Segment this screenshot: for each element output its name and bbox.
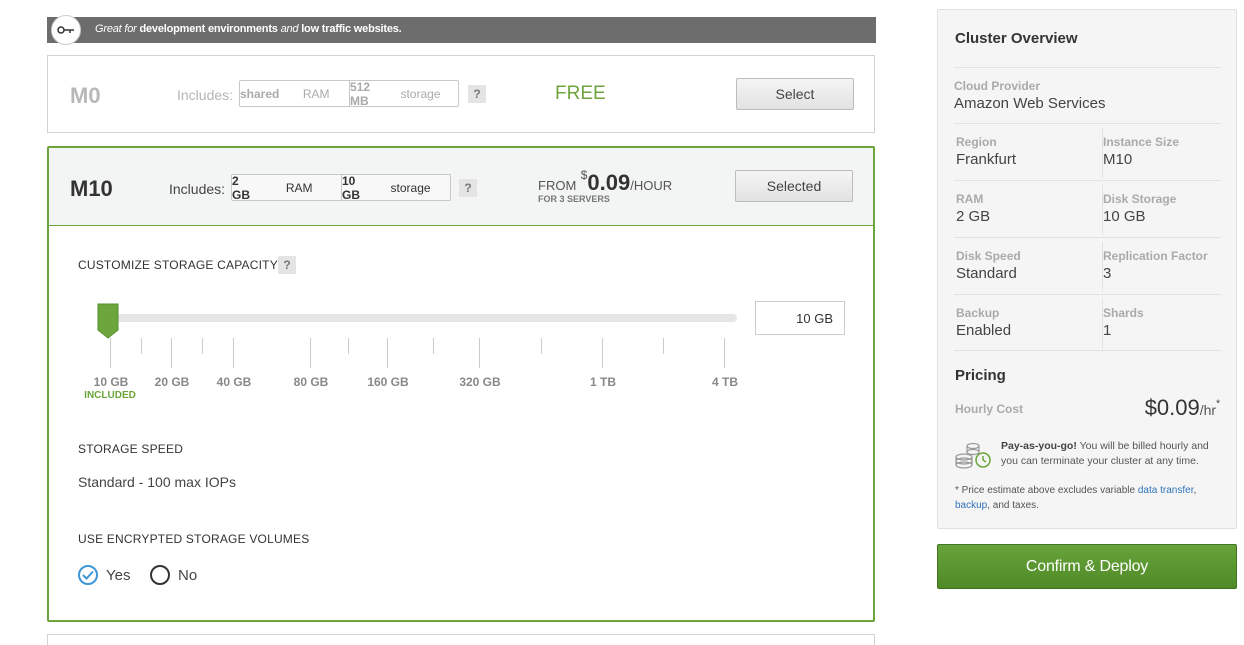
m0-includes-box: shared RAM 512 MB storage xyxy=(239,80,459,108)
slider-tick-major xyxy=(479,338,480,368)
slider-tick-minor xyxy=(348,338,349,354)
m0-help-icon[interactable]: ? xyxy=(468,85,486,103)
disk-speed-value: Standard xyxy=(956,265,1017,282)
payg-text: Pay-as-you-go! You will be billed hourly… xyxy=(1001,440,1209,467)
slider-tick-label[interactable]: 320 GB xyxy=(459,375,500,389)
m10-help-icon[interactable]: ? xyxy=(459,179,477,197)
tier-m10-name: M10 xyxy=(70,176,113,201)
disk-speed-label: Disk Speed xyxy=(956,249,1021,263)
m0-storage: 512 MB storage xyxy=(349,80,458,108)
overview-row-ram: RAM 2 GB Disk Storage 10 GB xyxy=(954,180,1221,237)
disk-storage-label: Disk Storage xyxy=(1103,192,1177,206)
storage-slider-track[interactable] xyxy=(101,314,737,322)
slider-tick-label[interactable]: 80 GB xyxy=(294,375,329,389)
overview-row-region: Region Frankfurt Instance Size M10 xyxy=(954,123,1221,180)
cluster-overview-title: Cluster Overview xyxy=(955,30,1078,47)
radio-checked-icon xyxy=(78,565,98,585)
slider-tick-major xyxy=(171,338,172,368)
m10-ram: 2 GB RAM xyxy=(232,173,313,202)
hourly-cost-value: $0.09/hr* xyxy=(1144,395,1220,420)
cloud-provider-value: Amazon Web Services xyxy=(954,95,1106,112)
tier-m10-card[interactable]: M10 Includes: 2 GB RAM 10 GB storage ? FRO… xyxy=(47,146,875,622)
slider-tick-label[interactable]: 20 GB xyxy=(155,375,190,389)
storage-slider-handle[interactable] xyxy=(97,303,119,339)
tier-m0-name: M0 xyxy=(70,83,101,108)
slider-tick-major xyxy=(233,338,234,368)
m10-price: FROM $0.09/HOUR xyxy=(538,168,673,195)
slider-tick-major xyxy=(602,338,603,368)
instance-size-value: M10 xyxy=(1103,151,1133,168)
cluster-overview-panel: Cluster Overview Cloud Provider Amazon W… xyxy=(937,9,1237,529)
region-label: Region xyxy=(956,135,997,149)
encryption-no-radio[interactable]: No xyxy=(150,565,197,585)
overview-row-speed: Disk Speed Standard Replication Factor 3 xyxy=(954,237,1221,294)
slider-tick-label[interactable]: 40 GB xyxy=(217,375,252,389)
tier-m10-header[interactable]: M10 Includes: 2 GB RAM 10 GB storage ? FRO… xyxy=(49,148,873,226)
disk-storage-value: 10 GB xyxy=(1103,208,1146,225)
ram-value: 2 GB xyxy=(956,208,991,225)
m10-selected-button[interactable]: Selected xyxy=(735,170,853,202)
slider-tick-label[interactable]: 4 TB xyxy=(712,375,738,389)
pricing-title: Pricing xyxy=(955,367,1006,384)
encryption-no-label: No xyxy=(178,566,198,584)
data-transfer-link[interactable]: data transfer xyxy=(1138,485,1194,496)
radio-unchecked-icon xyxy=(150,565,170,585)
storage-capacity-title: CUSTOMIZE STORAGE CAPACITY xyxy=(78,258,278,272)
slider-tick-minor xyxy=(541,338,542,354)
wrench-icon xyxy=(51,15,81,45)
slider-tick-minor xyxy=(141,338,142,354)
m10-includes-box: 2 GB RAM 10 GB storage xyxy=(231,173,451,202)
overview-row-backup: Backup Enabled Shards 1 xyxy=(954,294,1221,351)
confirm-deploy-button[interactable]: Confirm & Deploy xyxy=(937,544,1237,589)
tier-m0-card[interactable]: M0 Includes: shared RAM 512 MB storage ? F… xyxy=(47,55,875,133)
tier-next-card[interactable] xyxy=(47,634,875,645)
slider-tick-minor xyxy=(202,338,203,354)
tier-description-banner: Great for development environments and l… xyxy=(47,15,876,45)
storage-speed-value: Standard - 100 max IOPs xyxy=(78,474,236,490)
replication-factor-label: Replication Factor xyxy=(1103,249,1208,263)
encryption-yes-radio[interactable]: Yes xyxy=(78,565,130,585)
slider-tick-label[interactable]: 160 GB xyxy=(367,375,408,389)
slider-tick-major xyxy=(310,338,311,368)
backup-value: Enabled xyxy=(956,322,1012,339)
price-footnote: * Price estimate above excludes variable… xyxy=(955,485,1197,511)
shards-value: 1 xyxy=(1103,322,1112,339)
includes-label: Includes: xyxy=(169,181,226,197)
replication-factor-value: 3 xyxy=(1103,265,1112,282)
backup-link[interactable]: backup xyxy=(955,500,987,511)
m10-price-note: FOR 3 SERVERS xyxy=(538,194,610,204)
m0-ram: shared RAM xyxy=(240,86,330,101)
hourly-cost-label: Hourly Cost xyxy=(955,402,1024,416)
encryption-yes-label: Yes xyxy=(106,566,131,584)
m10-storage: 10 GB storage xyxy=(341,174,450,202)
storage-speed-title: STORAGE SPEED xyxy=(78,442,184,456)
shards-label: Shards xyxy=(1103,306,1144,320)
encryption-title: USE ENCRYPTED STORAGE VOLUMES xyxy=(78,532,310,546)
overview-row-provider: Cloud Provider Amazon Web Services xyxy=(954,67,1221,123)
slider-tick-minor xyxy=(433,338,434,354)
storage-capacity-input[interactable] xyxy=(755,301,845,335)
coins-clock-icon xyxy=(955,442,991,469)
backup-label: Backup xyxy=(956,306,1000,320)
ram-label: RAM xyxy=(956,192,984,206)
instance-size-label: Instance Size xyxy=(1103,135,1180,149)
slider-tick-label[interactable]: 10 GB xyxy=(94,375,129,389)
banner-text: Great for development environments and l… xyxy=(95,23,402,35)
m0-price: FREE xyxy=(555,83,606,104)
region-value: Frankfurt xyxy=(956,151,1017,168)
slider-tick-label[interactable]: 1 TB xyxy=(590,375,616,389)
slider-tick-major xyxy=(724,338,725,368)
slider-tick-major xyxy=(110,338,111,368)
includes-label: Includes: xyxy=(177,87,234,103)
storage-help-icon[interactable]: ? xyxy=(278,256,296,274)
m0-select-button[interactable]: Select xyxy=(736,78,854,110)
included-label: INCLUDED xyxy=(84,390,136,401)
cloud-provider-label: Cloud Provider xyxy=(954,79,1041,93)
slider-tick-minor xyxy=(663,338,664,354)
slider-tick-major xyxy=(387,338,388,368)
